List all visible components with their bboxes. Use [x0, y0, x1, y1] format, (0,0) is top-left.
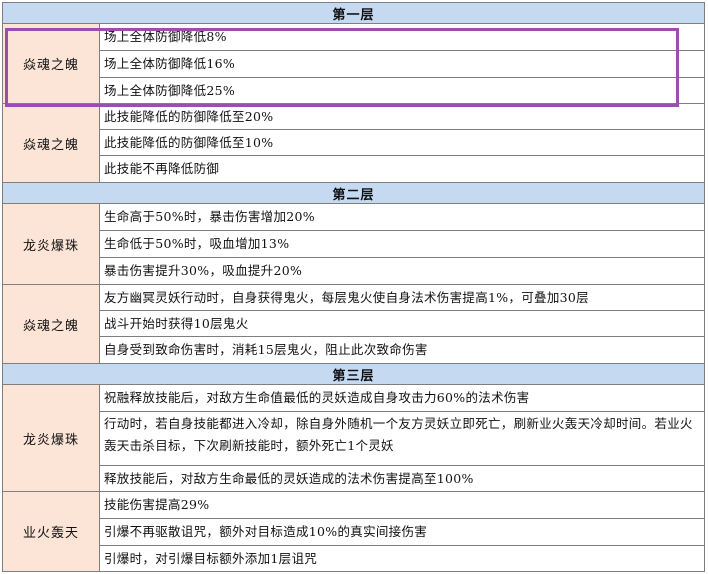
effect-row: 此技能降低的防御降低至20% — [99, 103, 705, 130]
effect-row: 自身受到致命伤害时，消耗15层鬼火，阻止此次致命伤害 — [99, 336, 705, 364]
effect-row: 引爆不再驱散诅咒，额外对目标造成10%的真实间接伤害 — [99, 518, 705, 546]
effect-row: 此技能不再降低防御 — [99, 155, 705, 183]
section-header-3: 第三层 — [2, 363, 705, 385]
skill-name: 龙炎爆珠 — [2, 384, 100, 492]
effect-row: 场上全体防御降低16% — [99, 50, 705, 78]
effect-row: 暴击伤害提升30%，吸血提升20% — [99, 257, 705, 285]
effect-row: 技能伤害提高29% — [99, 491, 705, 519]
skill-name: 业火轰天 — [2, 491, 100, 572]
skill-name: 龙炎爆珠 — [2, 203, 100, 285]
effect-row: 此技能降低的防御降低至10% — [99, 129, 705, 156]
effect-row: 生命低于50%时，吸血增加13% — [99, 230, 705, 258]
effect-row: 释放技能后，对敌方生命最低的灵妖造成的法术伤害提高至100% — [99, 465, 705, 492]
effect-row: 引爆时，对引爆目标额外添加1层诅咒 — [99, 545, 705, 572]
skill-name: 焱魂之魄 — [2, 284, 100, 364]
skill-name: 焱魂之魄 — [2, 23, 100, 104]
effect-row: 友方幽冥灵妖行动时，自身获得鬼火，每层鬼火使自身法术伤害提高1%，可叠加30层 — [99, 284, 705, 311]
effect-row: 祝融释放技能后，对敌方生命值最低的灵妖造成自身攻击力60%的法术伤害 — [99, 384, 705, 412]
effect-row: 场上全体防御降低25% — [99, 77, 705, 104]
effect-row: 战斗开始时获得10层鬼火 — [99, 310, 705, 337]
skill-table: 第一层 焱魂之魄 场上全体防御降低8% 场上全体防御降低16% 场上全体防御降低… — [2, 2, 706, 572]
effect-row: 行动时，若自身技能都进入冷却，除自身外随机一个友方灵妖立即死亡，刷新业火轰天冷却… — [99, 411, 705, 466]
section-header-2: 第二层 — [2, 182, 705, 204]
section-header-1: 第一层 — [2, 2, 705, 24]
skill-name: 焱魂之魄 — [2, 103, 100, 183]
effect-row: 场上全体防御降低8% — [99, 23, 705, 51]
effect-row: 生命高于50%时，暴击伤害增加20% — [99, 203, 705, 231]
